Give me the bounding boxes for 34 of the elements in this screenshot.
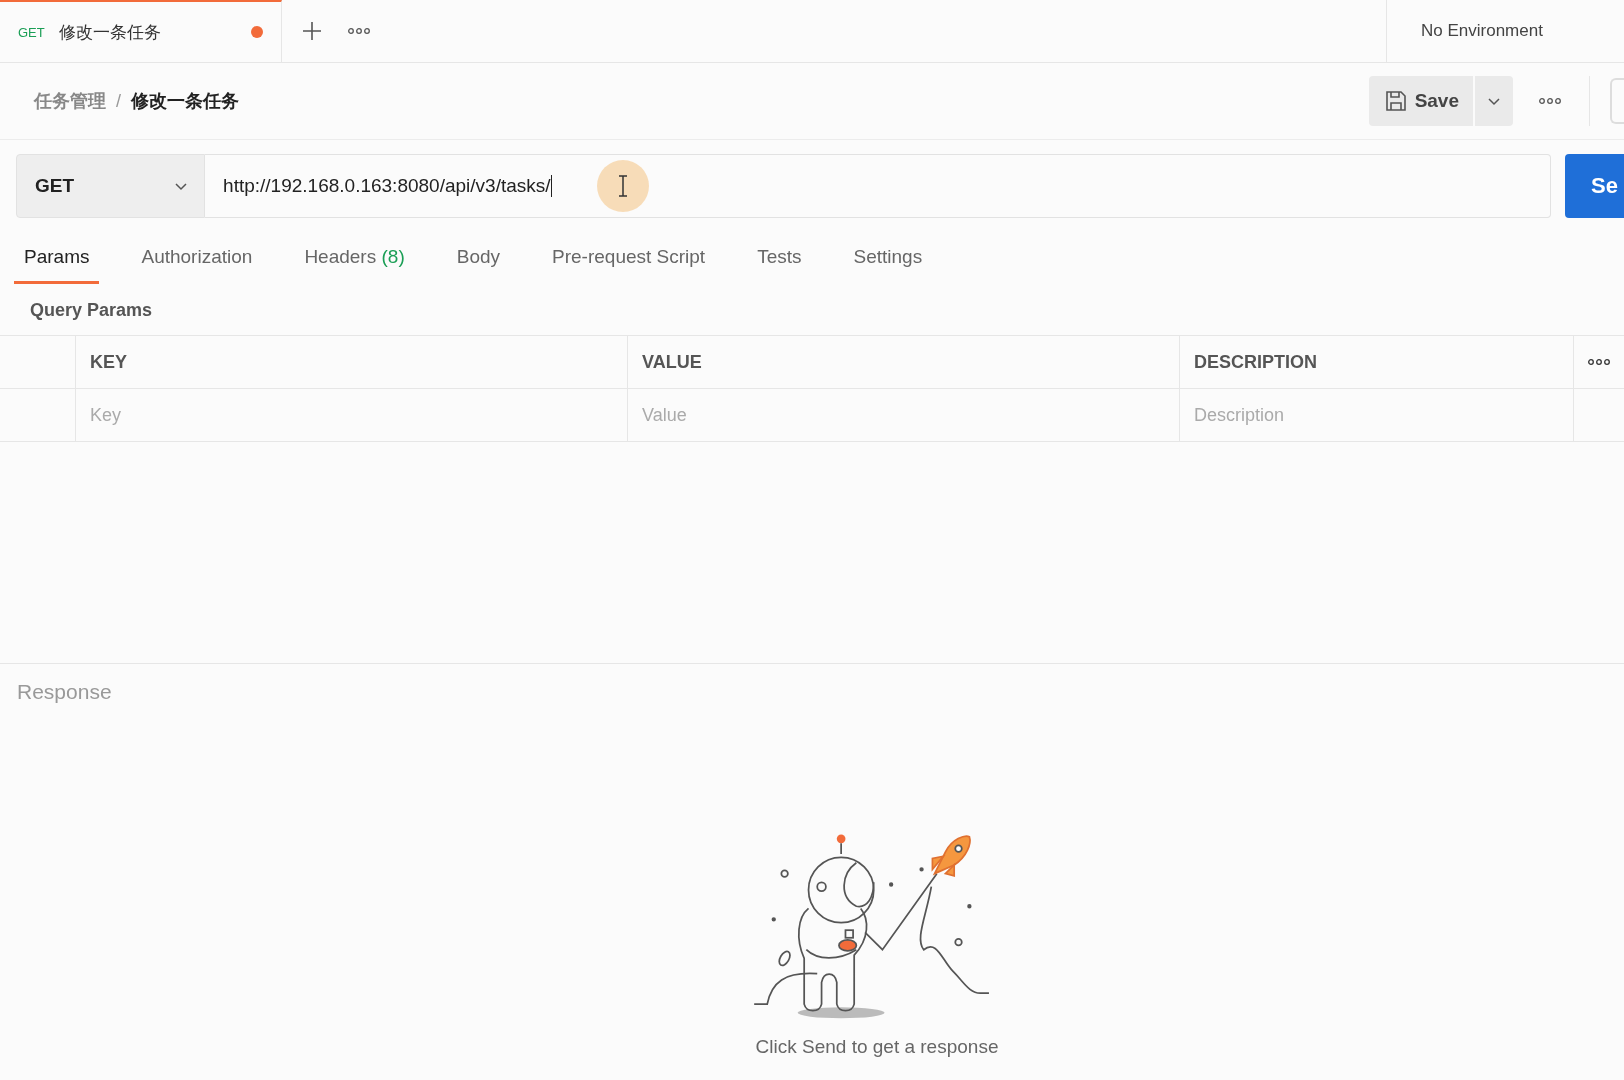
- column-header: VALUE: [628, 336, 1180, 388]
- request-section-tab[interactable]: Settings: [843, 232, 933, 284]
- breadcrumb-link[interactable]: 任务管理: [34, 89, 106, 113]
- table-input-field[interactable]: Description: [1194, 404, 1494, 426]
- send-button[interactable]: Se: [1565, 154, 1624, 218]
- save-button[interactable]: Save: [1368, 76, 1473, 126]
- column-header: KEY: [76, 336, 628, 388]
- request-section-tab[interactable]: Params: [14, 232, 100, 284]
- request-section-tab[interactable]: Pre-request Script: [542, 232, 716, 284]
- more-icon: [1588, 357, 1610, 367]
- empty-state-message: Click Send to get a response: [755, 1036, 999, 1058]
- plus-icon: [302, 21, 322, 41]
- more-icon: [1539, 96, 1561, 106]
- text-cursor-icon: [597, 160, 650, 212]
- method-label: GET: [18, 24, 45, 40]
- tab-title: 修改一条任务: [58, 21, 162, 44]
- request-section-tab[interactable]: Body: [446, 232, 511, 284]
- request-section-tab[interactable]: Tests: [747, 232, 812, 284]
- method-dropdown[interactable]: GET: [16, 154, 206, 218]
- column-header: DESCRIPTION: [1180, 336, 1574, 388]
- url-input[interactable]: http://192.168.0.163:8080/api/v3/tasks/: [205, 154, 1552, 218]
- request-section-tab[interactable]: Headers (8): [294, 232, 415, 284]
- chevron-down-icon: [174, 180, 189, 192]
- request-tab[interactable]: GET 修改一条任务: [0, 0, 282, 62]
- table-input-field[interactable]: Key: [90, 404, 390, 426]
- section-title: Response: [16, 679, 113, 705]
- more-icon: [348, 26, 370, 36]
- breadcrumb-current: 修改一条任务: [131, 90, 239, 113]
- request-section-tab[interactable]: Authorization: [131, 232, 263, 284]
- section-title: Query Params: [29, 299, 154, 322]
- table-input-field[interactable]: Value: [642, 404, 942, 426]
- breadcrumb-separator: /: [116, 90, 121, 112]
- environment-selector[interactable]: No Environment: [1386, 0, 1624, 62]
- chevron-down-icon: [1487, 95, 1501, 107]
